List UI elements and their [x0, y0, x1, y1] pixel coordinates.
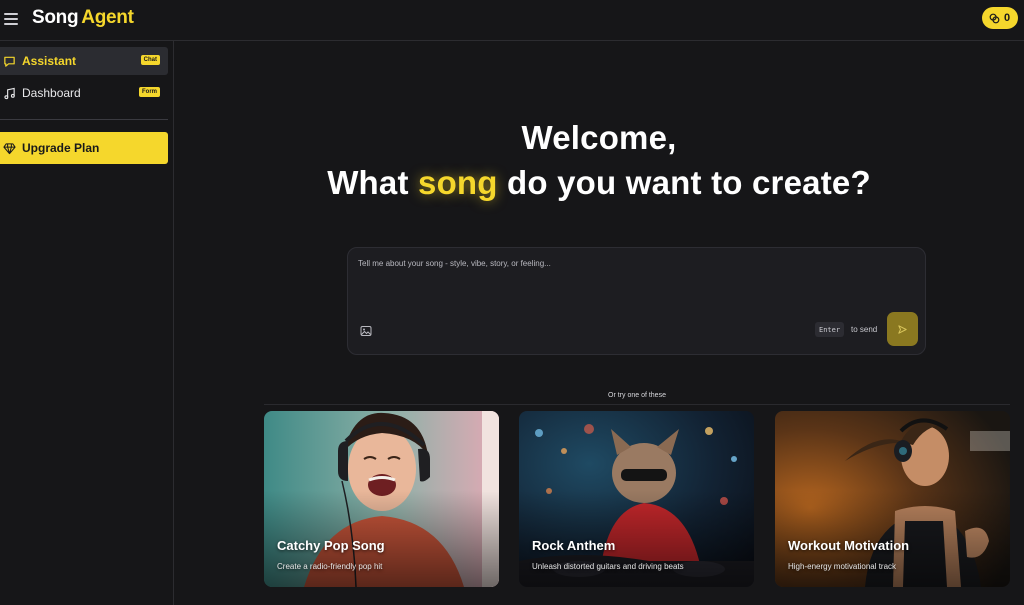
- enter-key-hint: Enter: [815, 322, 845, 337]
- card-subtitle: Create a radio-friendly pop hit: [277, 562, 383, 571]
- welcome-heading: Welcome,: [521, 119, 677, 156]
- sidebar: Assistant Chat Dashboard Form Upgrade Pl…: [0, 41, 174, 605]
- send-button[interactable]: [887, 312, 918, 346]
- card-title: Catchy Pop Song: [277, 538, 385, 553]
- credits-count: 0: [1004, 12, 1011, 24]
- card-shade: [519, 411, 754, 587]
- diamond-icon: [3, 141, 17, 155]
- chat-bubble-icon: [2, 54, 16, 68]
- prompt-text-before: What: [327, 164, 409, 201]
- sidebar-item-label: Assistant: [22, 54, 77, 68]
- suggestions-divider: [264, 404, 1010, 405]
- card-subtitle: Unleash distorted guitars and driving be…: [532, 562, 684, 571]
- sidebar-item-assistant[interactable]: Assistant Chat: [0, 47, 168, 75]
- image-icon[interactable]: [360, 324, 372, 336]
- brand-name-part1: Song: [32, 7, 79, 28]
- coins-icon: [989, 13, 1000, 23]
- sidebar-divider: [0, 119, 168, 120]
- prompt-heading: What song do you want to create?: [174, 164, 1024, 202]
- top-bar: Song Agent 0: [0, 0, 1024, 41]
- send-hint: to send: [851, 325, 878, 334]
- menu-icon[interactable]: [4, 13, 18, 25]
- suggestion-card-rock[interactable]: Rock Anthem Unleash distorted guitars an…: [519, 411, 754, 587]
- sidebar-item-label: Dashboard: [22, 86, 81, 100]
- sidebar-item-dashboard[interactable]: Dashboard Form: [0, 79, 168, 107]
- prompt-highlight-word: song: [418, 164, 498, 201]
- card-title: Workout Motivation: [788, 538, 910, 553]
- brand-logo[interactable]: Song Agent: [32, 7, 134, 29]
- brand-name-part2: Agent: [81, 7, 134, 28]
- card-title: Rock Anthem: [532, 538, 616, 553]
- form-badge: Form: [139, 87, 160, 97]
- chat-badge: Chat: [140, 55, 160, 65]
- credits-badge[interactable]: 0: [982, 7, 1018, 29]
- card-shade: [775, 411, 1010, 587]
- upgrade-plan-button[interactable]: Upgrade Plan: [0, 132, 168, 164]
- suggestion-card-workout[interactable]: Workout Motivation High-energy motivatio…: [775, 411, 1010, 587]
- song-description-input[interactable]: [356, 257, 920, 311]
- card-shade: [264, 411, 499, 587]
- send-arrow-icon: [898, 324, 907, 334]
- suggestion-card-pop[interactable]: Catchy Pop Song Create a radio-friendly …: [264, 411, 499, 587]
- upgrade-plan-label: Upgrade Plan: [22, 141, 100, 155]
- prompt-text-after: do you want to create?: [507, 164, 871, 201]
- song-composer: Enter to send: [347, 247, 926, 355]
- app-root: Song Agent 0 Assistant Chat Dashboard For…: [0, 0, 1024, 605]
- music-note-icon: [2, 86, 16, 100]
- suggestions-label: Or try one of these: [608, 392, 666, 399]
- card-subtitle: High-energy motivational track: [788, 562, 897, 571]
